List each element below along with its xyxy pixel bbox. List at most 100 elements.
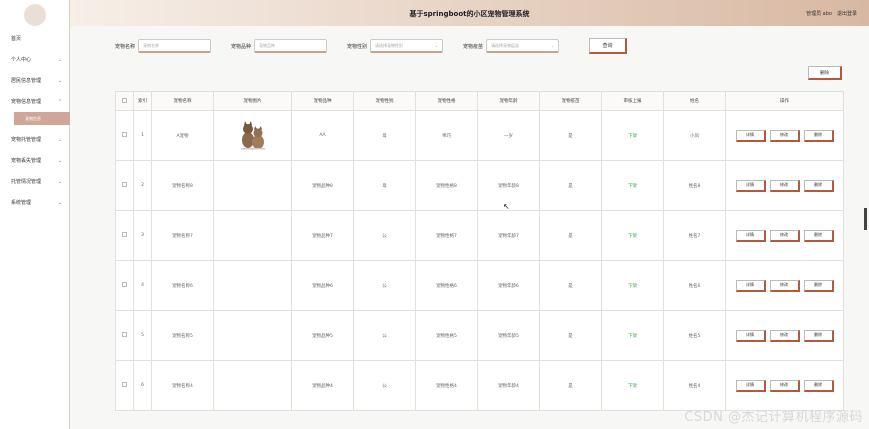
row-select[interactable] <box>115 210 134 261</box>
cell-vaccine: 是 <box>539 210 602 261</box>
cell-actions: 详情 修改 删除 <box>725 310 844 361</box>
cell-gender: 公 <box>353 260 416 311</box>
row-select[interactable] <box>115 260 134 311</box>
logout-link[interactable]: 退出登录 <box>837 10 857 17</box>
cell-status[interactable]: 下架 <box>601 310 664 361</box>
sidebar: 首页 个人中心 ⌄ 居民信息管理 ⌄ 宠物信息管理 ⌃ 宠物信息 宠物托管管理 ⌄ 宠物… <box>0 0 70 429</box>
sidebar-item-custody-status[interactable]: 托管情况管理 ⌄ <box>0 171 70 192</box>
cell-gender: 公 <box>353 360 416 411</box>
search-field-name: 宠物名称 宠物名称 <box>115 39 212 53</box>
cat-photo-icon <box>240 120 265 149</box>
cell-status[interactable]: 下架 <box>601 360 664 411</box>
avatar[interactable] <box>24 4 46 26</box>
table-row: 6 宠物名称4 宠物品种4 公宠物性格4 宠物年龄4 是下架 姓名4 详情 修改 删除 <box>115 360 844 411</box>
edit-button[interactable]: 修改 <box>769 179 800 192</box>
edit-button[interactable]: 修改 <box>769 229 800 242</box>
cell-status[interactable]: 下架 <box>601 110 664 161</box>
pet-table: 索引 宠物名称 宠物图片 宠物品种 宠物性别 宠物性格 宠物年龄 宠物疫苗 审核… <box>115 91 844 411</box>
row-select[interactable] <box>115 360 134 411</box>
sidebar-item-system[interactable]: 系统管理 ⌄ <box>0 192 70 213</box>
query-button[interactable]: 查询 <box>589 38 628 54</box>
row-delete-button[interactable]: 删除 <box>803 229 834 242</box>
edit-button[interactable]: 修改 <box>769 129 800 142</box>
chevron-down-icon: ⌄ <box>434 43 439 48</box>
column-header: 姓名 <box>663 91 726 111</box>
cell-pet-image <box>213 260 292 311</box>
cell-character: 宠物性格8 <box>415 160 478 211</box>
cell-gender: 母 <box>353 160 416 211</box>
sidebar-item-label: 宠物托管管理 <box>11 137 42 143</box>
cell-gender: 母 <box>353 110 416 161</box>
chevron-down-icon: ⌄ <box>57 136 62 143</box>
checkbox[interactable] <box>122 332 127 337</box>
detail-button[interactable]: 详情 <box>735 129 766 142</box>
edit-button[interactable]: 修改 <box>769 329 800 342</box>
cell-age: 宠物年龄4 <box>477 360 540 411</box>
sidebar-item-home[interactable]: 首页 <box>0 28 70 49</box>
checkbox[interactable] <box>122 97 127 103</box>
edit-button[interactable]: 修改 <box>769 379 800 392</box>
checkbox[interactable] <box>122 282 127 287</box>
row-delete-button[interactable]: 删除 <box>803 179 834 192</box>
sidebar-item-residents[interactable]: 居民信息管理 ⌄ <box>0 70 70 91</box>
row-select[interactable] <box>115 110 134 161</box>
row-select[interactable] <box>115 160 134 211</box>
sidebar-item-lost[interactable]: 宠物丢失管理 ⌄ <box>0 150 70 171</box>
scrollbar[interactable] <box>864 208 867 230</box>
row-delete-button[interactable]: 删除 <box>803 129 834 142</box>
chevron-down-icon: ⌄ <box>550 43 555 48</box>
detail-button[interactable]: 详情 <box>735 229 766 242</box>
detail-button[interactable]: 详情 <box>735 379 766 392</box>
breed-input[interactable]: 宠物品种 <box>254 39 328 53</box>
sidebar-item-pet-info[interactable]: 宠物信息 <box>14 112 70 125</box>
sidebar-item-label: 首页 <box>11 36 22 42</box>
sidebar-item-pet-info-mgmt[interactable]: 宠物信息管理 ⌃ <box>0 91 70 112</box>
delete-button[interactable]: 删除 <box>808 66 842 80</box>
name-input[interactable]: 宠物名称 <box>138 39 212 53</box>
cell-pet-image <box>213 160 292 211</box>
detail-button[interactable]: 详情 <box>735 279 766 292</box>
cell-pet-image <box>213 210 292 261</box>
column-header: 审核上报 <box>601 91 664 111</box>
row-select[interactable] <box>115 310 134 361</box>
cell-character: 宠物性格4 <box>415 360 478 411</box>
cell-pet-image <box>213 360 292 411</box>
cell-pet-name: 宠物名称7 <box>151 210 214 261</box>
column-header: 宠物年龄 <box>477 91 540 111</box>
detail-button[interactable]: 详情 <box>735 179 766 192</box>
gender-select[interactable]: 请选择宠物性别 ⌄ <box>370 39 444 53</box>
edit-button[interactable]: 修改 <box>769 279 800 292</box>
cell-owner: 姓名8 <box>663 160 726 211</box>
cell-status[interactable]: 下架 <box>601 160 664 211</box>
row-delete-button[interactable]: 删除 <box>803 379 834 392</box>
cell-breed: 宠物品种4 <box>291 360 354 411</box>
cell-index: 2 <box>133 160 152 211</box>
column-header: 宠物疫苗 <box>539 91 602 111</box>
checkbox[interactable] <box>122 382 127 387</box>
header-user-area: 管理员 abo 退出登录 <box>806 10 857 17</box>
vaccine-select[interactable]: 请选择宠物疫苗 ⌄ <box>486 39 560 53</box>
cell-status[interactable]: 下架 <box>601 210 664 261</box>
checkbox[interactable] <box>122 132 127 137</box>
sidebar-item-profile[interactable]: 个人中心 ⌄ <box>0 49 70 70</box>
placeholder: 宠物品种 <box>259 42 276 48</box>
row-delete-button[interactable]: 删除 <box>803 329 834 342</box>
checkbox[interactable] <box>122 182 127 187</box>
cell-owner: 姓名5 <box>663 310 726 361</box>
chevron-down-icon: ⌄ <box>57 178 62 185</box>
sidebar-item-custody[interactable]: 宠物托管管理 ⌄ <box>0 129 70 150</box>
cell-breed: 宠物品种6 <box>291 260 354 311</box>
cell-breed: AA <box>291 110 354 161</box>
cell-breed: 宠物品种8 <box>291 160 354 211</box>
mouse-cursor-icon: ↖ <box>503 202 510 211</box>
detail-button[interactable]: 详情 <box>735 329 766 342</box>
cell-status[interactable]: 下架 <box>601 260 664 311</box>
checkbox[interactable] <box>122 232 127 237</box>
column-header: 索引 <box>133 91 152 111</box>
row-delete-button[interactable]: 删除 <box>803 279 834 292</box>
cell-vaccine: 是 <box>539 310 602 361</box>
cell-index: 5 <box>133 310 152 361</box>
table-row: 1 A宠物 AA 母乖巧 一岁是下架 小凤 详情 修改 删除 <box>115 110 844 161</box>
table-row: 2 宠物名称8 宠物品种8 母宠物性格8 宠物年龄8 是下架 姓名8 详情 修改 删除 <box>115 160 844 211</box>
select-all-checkbox[interactable] <box>115 91 134 111</box>
